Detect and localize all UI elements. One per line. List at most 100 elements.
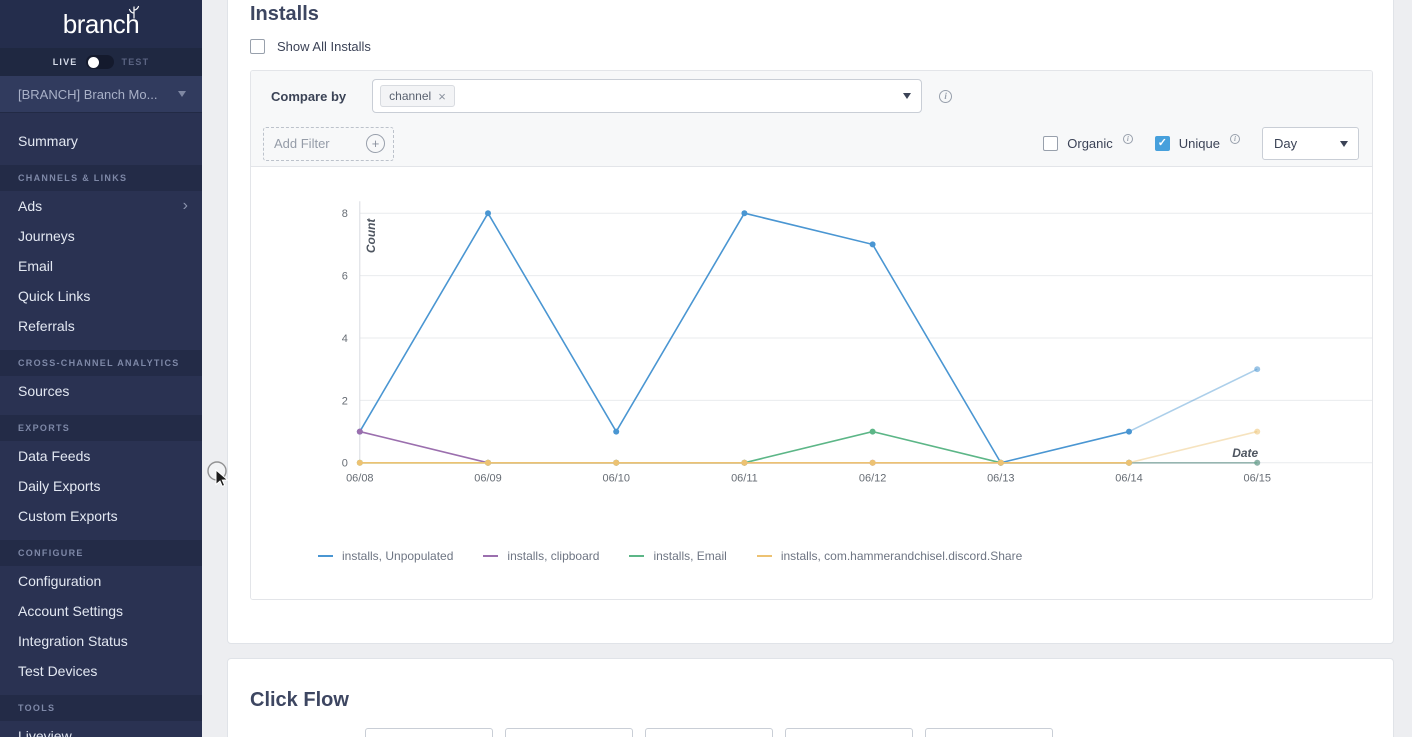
sidebar-item-summary[interactable]: Summary [0,126,202,156]
legend-item[interactable]: installs, com.hammerandchisel.discord.Sh… [756,549,1023,563]
svg-text:Date: Date [1232,446,1258,460]
sidebar-item-label: Account Settings [18,603,124,619]
sidebar-item-label: Sources [18,383,70,399]
sidebar-item-journeys[interactable]: Journeys [0,221,202,251]
branch-sprout-icon [128,5,140,19]
legend-item[interactable]: installs, Email [629,549,727,563]
sidebar-item-label: Custom Exports [18,508,118,524]
installs-filter-panel: Compare by channel × Add Filter [250,70,1373,600]
click-flow-step-select-5[interactable] [925,728,1054,737]
sidebar-item-email[interactable]: Email [0,251,202,281]
branch-logo[interactable]: branch [0,0,202,48]
click-flow-step-select-3[interactable] [645,728,774,737]
show-all-installs-checkbox[interactable] [250,39,265,54]
legend-label: installs, Unpopulated [342,549,454,563]
legend-item[interactable]: installs, clipboard [483,549,599,563]
sidebar-item-label: Referrals [18,318,75,334]
svg-text:Count: Count [364,218,378,254]
compare-by-select[interactable]: channel × [372,79,923,113]
unique-label: Unique [1178,136,1220,151]
sidebar-item-sources[interactable]: Sources [0,376,202,406]
sidebar-item-label: Daily Exports [18,478,101,494]
svg-text:06/15: 06/15 [1243,473,1270,485]
sidebar-item-test-devices[interactable]: Test Devices [0,656,202,686]
legend-label: installs, com.hammerandchisel.discord.Sh… [780,549,1023,563]
chevron-right-icon: › [182,197,188,214]
sidebar-item-integration-status[interactable]: Integration Status [0,626,202,656]
sidebar-item-data-feeds[interactable]: Data Feeds [0,441,202,471]
sidebar-item-custom-exports[interactable]: Custom Exports [0,501,202,531]
sidebar-item-liveview[interactable]: Liveview [0,721,202,737]
sidebar-item-label: Configuration [18,573,102,589]
granularity-value: Day [1274,136,1298,151]
sidebar-item-label: Integration Status [18,633,128,649]
test-label: TEST [121,57,150,67]
legend-label: installs, Email [653,549,727,563]
legend-item[interactable]: installs, Unpopulated [318,549,453,563]
organic-checkbox[interactable] [1043,136,1059,151]
granularity-select[interactable]: Day [1262,127,1359,160]
legend-color-dash [756,555,772,557]
sidebar-item-label: Summary [18,133,78,149]
plus-icon [366,134,385,153]
sidebar-nav: Summary CHANNELS & LINKS Ads › Journeys Email… [0,113,202,737]
sidebar: branch LIVE TEST [BRANCH] Branch Mo... S… [0,0,202,737]
main-content: Installs Show All Installs Compare by ch… [202,0,1412,737]
chevron-down-icon [903,93,912,99]
click-flow-controls: Unique [250,728,1373,737]
installs-card: Installs Show All Installs Compare by ch… [227,0,1394,644]
live-label: LIVE [52,57,78,67]
sidebar-item-label: Email [18,258,54,274]
unique-option: Unique [1154,134,1240,151]
sidebar-section-header: EXPORTS [0,415,202,441]
sidebar-item-label: Ads [18,198,43,214]
installs-chart-area: 0 2 4 6 8 06/08 06/09 06/10 06/11 06/12 06/13 06/14… [251,167,1372,599]
installs-title: Installs [250,3,319,25]
sidebar-item-account-settings[interactable]: Account Settings [0,596,202,626]
svg-text:06/11: 06/11 [731,473,758,485]
chart-options: Organic Unique Day [1043,127,1359,160]
svg-text:06/08: 06/08 [346,473,373,485]
sidebar-item-quick-links[interactable]: Quick Links [0,281,202,311]
sidebar-item-configuration[interactable]: Configuration [0,566,202,596]
sidebar-item-referrals[interactable]: Referrals [0,311,202,341]
sidebar-item-daily-exports[interactable]: Daily Exports [0,471,202,501]
svg-text:4: 4 [342,333,348,345]
app-selector-label: [BRANCH] Branch Mo... [18,86,158,102]
svg-text:2: 2 [342,395,348,407]
toggle-knob [87,56,99,68]
click-flow-card: Click Flow Unique [227,658,1394,737]
show-all-installs-row: Show All Installs [250,39,1373,54]
organic-info-icon[interactable] [1122,134,1133,144]
tag-label: channel [389,89,432,103]
click-flow-step-select-1[interactable] [365,728,494,737]
app-selector[interactable]: [BRANCH] Branch Mo... [0,76,202,113]
selected-dimension-tag: channel × [380,85,455,107]
add-filter-button[interactable]: Add Filter [263,126,394,161]
svg-text:0: 0 [342,458,348,470]
compare-by-info-icon[interactable] [939,89,953,103]
click-flow-title: Click Flow [250,689,349,711]
unique-checkbox[interactable] [1154,136,1170,151]
screen: branch LIVE TEST [BRANCH] Branch Mo... S… [0,0,1412,737]
svg-text:06/09: 06/09 [474,473,501,485]
sidebar-item-ads[interactable]: Ads › [0,191,202,221]
live-test-toggle[interactable] [85,55,114,69]
filter-row: Add Filter Organic Unique [251,121,1372,167]
sidebar-item-label: Liveview [18,728,72,737]
compare-by-row: Compare by channel × [251,71,1372,121]
organic-option: Organic [1043,134,1133,151]
chevron-down-icon [1340,140,1348,147]
click-flow-step-select-4[interactable] [785,728,914,737]
remove-tag-icon[interactable]: × [438,90,446,103]
add-filter-label: Add Filter [274,136,330,151]
sidebar-item-label: Quick Links [18,288,91,304]
compare-by-label: Compare by [271,88,347,104]
svg-text:06/12: 06/12 [859,473,886,485]
legend-color-dash [318,555,333,557]
svg-text:8: 8 [342,208,348,220]
organic-label: Organic [1067,136,1113,151]
click-flow-step-select-2[interactable] [505,728,634,737]
unique-info-icon[interactable] [1230,134,1240,144]
sidebar-section-header: CHANNELS & LINKS [0,165,202,191]
